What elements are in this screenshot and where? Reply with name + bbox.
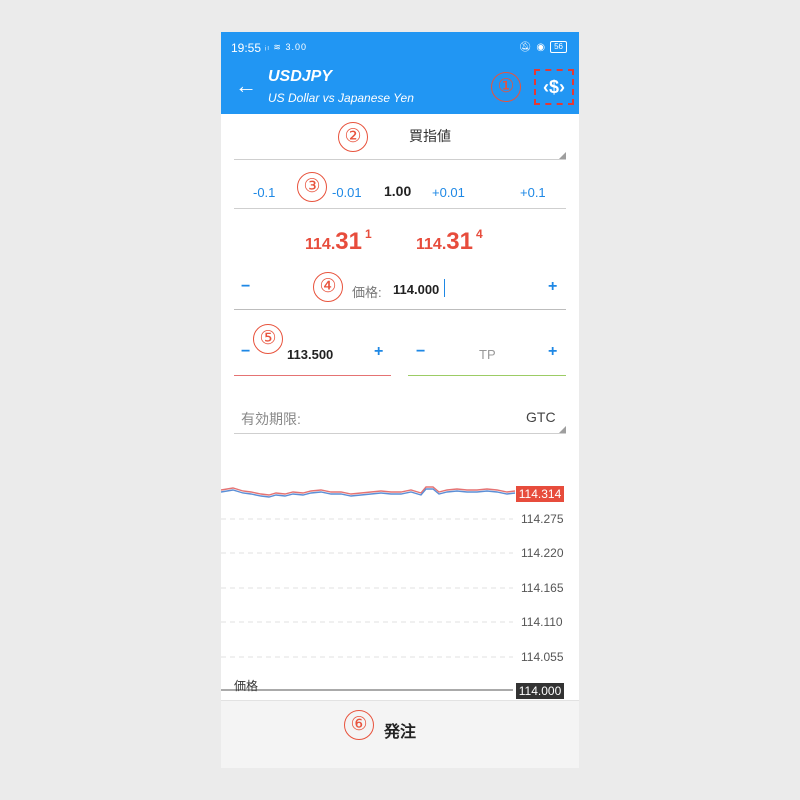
- status-icons: 🔕︎ ◉ 56: [519, 41, 567, 53]
- expiration-corner-icon: [559, 426, 566, 433]
- order-type-select[interactable]: 買指値: [221, 126, 579, 146]
- status-bar: 19:55 ᵢₗ ≋ 3.00 🔕︎ ◉ 56: [221, 32, 579, 62]
- dollar-exchange-icon: ‹$›: [543, 76, 565, 97]
- battery-icon: 56: [550, 41, 567, 53]
- place-order-label: 発注: [384, 724, 417, 741]
- y-tick: 114.165: [521, 581, 564, 595]
- price-input[interactable]: 114.000: [393, 282, 439, 297]
- expiration-select[interactable]: GTC: [526, 409, 556, 425]
- volume-underline: [234, 208, 566, 209]
- bell-off-icon: 🔕︎: [518, 41, 532, 53]
- bid-price: 114.31 1: [305, 227, 372, 256]
- dollar-exchange-button[interactable]: ‹$›: [534, 69, 574, 105]
- phone-screen: 19:55 ᵢₗ ≋ 3.00 🔕︎ ◉ 56 ← USDJPY US Doll…: [221, 32, 579, 768]
- price-label: 価格:: [352, 285, 382, 300]
- sl-minus-button[interactable]: −: [241, 343, 250, 361]
- back-arrow-icon[interactable]: ←: [235, 75, 257, 97]
- expiration-label: 有効期限:: [241, 411, 301, 427]
- volume-plus-0-01-button[interactable]: +0.01: [432, 185, 465, 200]
- alarm-icon: ◉: [536, 41, 546, 53]
- sl-input[interactable]: 113.500: [287, 347, 333, 362]
- order-type-underline: [234, 159, 566, 160]
- price-plus-button[interactable]: +: [548, 278, 557, 296]
- sl-plus-button[interactable]: +: [374, 343, 383, 361]
- ask-price: 114.31 4: [416, 227, 483, 256]
- annotation-3: ③: [297, 172, 327, 202]
- annotation-6: ⑥: [344, 710, 374, 740]
- tp-plus-button[interactable]: +: [548, 343, 557, 361]
- annotation-5: ⑤: [253, 324, 283, 354]
- ask-main: 31: [446, 228, 473, 255]
- annotation-4: ④: [313, 272, 343, 302]
- volume-plus-0-1-button[interactable]: +0.1: [520, 185, 546, 200]
- status-time: 19:55: [231, 41, 262, 55]
- symbol-description: US Dollar vs Japanese Yen: [268, 91, 414, 105]
- tp-input[interactable]: TP: [479, 347, 496, 362]
- app-bar: ← USDJPY US Dollar vs Japanese Yen ① ‹$›: [221, 62, 579, 114]
- bid-sup: 1: [364, 227, 372, 241]
- ask-prefix: 114.: [416, 236, 447, 253]
- volume-minus-0-1-button[interactable]: -0.1: [253, 185, 275, 200]
- chart-price-label: 価格: [234, 679, 259, 693]
- footer-bar: ⑥ 発注: [221, 700, 579, 768]
- bid-main: 31: [335, 228, 362, 255]
- y-tick: 114.055: [521, 650, 564, 664]
- y-tick: 114.220: [521, 546, 564, 560]
- bid-prefix: 114.: [305, 236, 336, 253]
- text-caret: [444, 279, 445, 297]
- dropdown-corner-icon: [559, 152, 566, 159]
- price-level-tag: 114.000: [516, 683, 564, 699]
- price-minus-button[interactable]: −: [241, 278, 250, 296]
- current-price-tag: 114.314: [516, 486, 564, 502]
- signal-wifi-icon: ᵢₗ ≋ 3.00: [265, 42, 307, 52]
- tp-underline: [408, 375, 566, 376]
- annotation-1: ①: [491, 72, 521, 102]
- price-underline: [234, 309, 566, 310]
- volume-value[interactable]: 1.00: [384, 183, 411, 199]
- expiration-underline: [234, 433, 566, 434]
- ask-sup: 4: [475, 227, 483, 241]
- order-type-value: 買指値: [409, 128, 451, 144]
- place-order-button[interactable]: ⑥ 発注: [221, 701, 579, 753]
- symbol-title: USDJPY: [268, 68, 333, 85]
- y-tick: 114.275: [521, 512, 564, 526]
- volume-minus-0-01-button[interactable]: -0.01: [332, 185, 362, 200]
- tp-minus-button[interactable]: −: [416, 343, 425, 361]
- sl-underline: [234, 375, 391, 376]
- y-tick: 114.110: [521, 615, 563, 629]
